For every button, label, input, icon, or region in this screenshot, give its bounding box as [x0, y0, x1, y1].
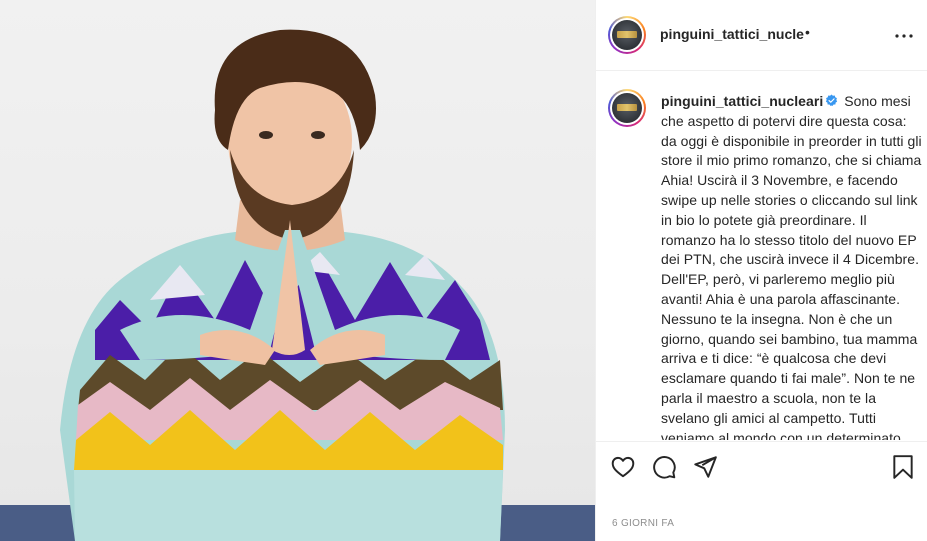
action-bar [596, 441, 927, 493]
verified-badge-icon [826, 94, 838, 106]
profile-picture [612, 93, 642, 123]
caption-body: Sono mesi che aspetto di potervi dire qu… [661, 93, 922, 440]
post-header: pinguini_tattici_nucle • [596, 0, 927, 71]
separator-dot: • [805, 24, 810, 40]
portrait-illustration [0, 29, 595, 541]
header-username[interactable]: pinguini_tattici_nucle [660, 26, 804, 42]
comment-icon[interactable] [651, 454, 677, 480]
caption-text: pinguini_tattici_nucleari Sono mesi che … [661, 92, 925, 440]
caption-username[interactable]: pinguini_tattici_nucleari [661, 93, 823, 109]
bookmark-icon[interactable] [890, 454, 916, 480]
caption-area[interactable]: pinguini_tattici_nucleari Sono mesi che … [596, 72, 927, 440]
post-timestamp[interactable]: 6 giorni fa [612, 518, 674, 529]
profile-picture [612, 20, 642, 50]
share-icon[interactable] [692, 454, 718, 480]
post-photo[interactable] [0, 0, 595, 541]
avatar-border [610, 91, 644, 125]
heart-icon[interactable] [610, 454, 636, 480]
header-avatar[interactable] [608, 16, 646, 54]
avatar-border [610, 18, 644, 52]
post-side-panel: pinguini_tattici_nucle • pinguini_tattic… [595, 0, 927, 541]
more-horizontal-icon[interactable] [892, 24, 916, 48]
caption-avatar[interactable] [608, 89, 646, 127]
